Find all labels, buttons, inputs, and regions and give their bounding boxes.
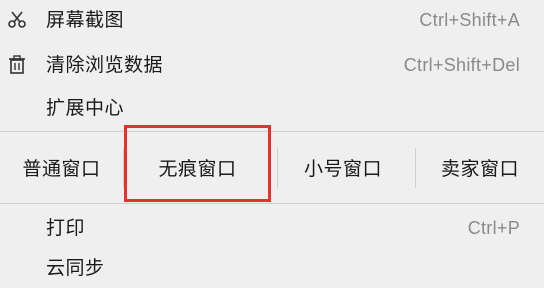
menu-item-label: 屏幕截图	[46, 9, 125, 31]
mode-normal-window[interactable]: 普通窗口	[0, 132, 123, 202]
mode-seller-window[interactable]: 卖家窗口	[416, 132, 544, 202]
highlight-box	[124, 125, 271, 202]
menu-item-cloud-sync[interactable]: 云同步	[0, 248, 544, 288]
browser-context-menu: 屏幕截图 Ctrl+Shift+A 清除浏览数据 Ctrl+Shift+Del …	[0, 0, 544, 282]
menu-item-screenshot[interactable]: 屏幕截图 Ctrl+Shift+A	[0, 0, 544, 40]
menu-item-shortcut: Ctrl+P	[467, 218, 520, 238]
menu-item-label: 扩展中心	[46, 97, 125, 119]
menu-item-print[interactable]: 打印 Ctrl+P	[0, 208, 544, 248]
menu-item-clear-browsing-data[interactable]: 清除浏览数据 Ctrl+Shift+Del	[0, 45, 544, 85]
menu-item-label: 清除浏览数据	[46, 54, 164, 76]
menu-divider	[0, 203, 544, 204]
menu-item-label: 打印	[46, 217, 86, 239]
menu-item-label: 云同步	[46, 257, 105, 279]
window-mode-row: 普通窗口 无痕窗口 小号窗口 卖家窗口	[0, 132, 544, 202]
menu-item-extensions-center[interactable]: 扩展中心	[0, 88, 544, 128]
menu-item-shortcut: Ctrl+Shift+A	[419, 10, 520, 30]
mode-alt-account-window[interactable]: 小号窗口	[278, 132, 408, 202]
trash-icon	[6, 54, 28, 76]
menu-item-shortcut: Ctrl+Shift+Del	[403, 55, 520, 75]
scissors-icon	[6, 9, 28, 31]
